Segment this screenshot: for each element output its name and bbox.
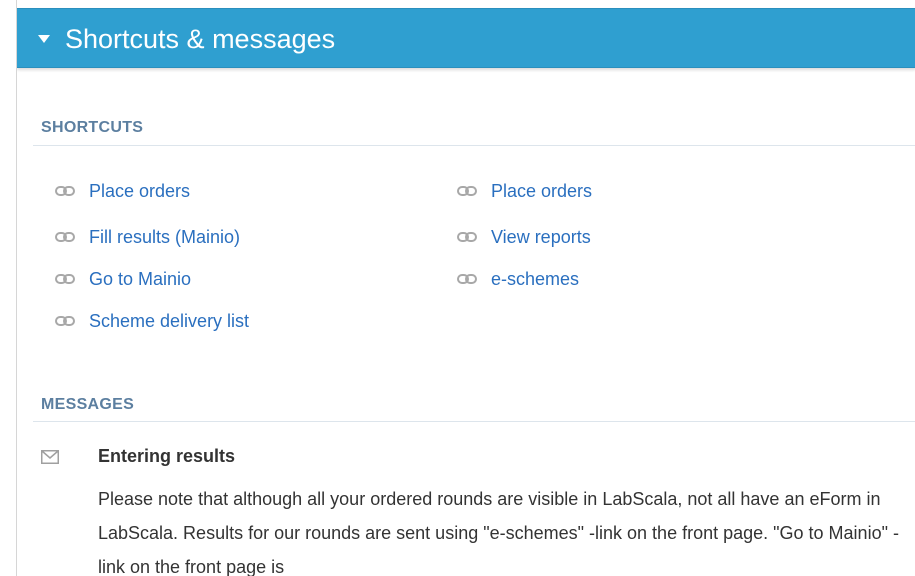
link-icon (457, 232, 477, 242)
shortcut-label[interactable]: Place orders (89, 181, 190, 202)
shortcut-place-orders-left[interactable]: Place orders (55, 180, 190, 202)
shortcuts-divider (33, 145, 915, 146)
shortcut-scheme-delivery-list[interactable]: Scheme delivery list (55, 310, 249, 332)
shortcut-label[interactable]: Scheme delivery list (89, 311, 249, 332)
link-icon (55, 186, 75, 196)
panel-header[interactable]: Shortcuts & messages (17, 8, 915, 68)
shortcut-fill-results[interactable]: Fill results (Mainio) (55, 226, 240, 248)
shortcut-label[interactable]: Place orders (491, 181, 592, 202)
link-icon (55, 232, 75, 242)
shortcut-label[interactable]: Go to Mainio (89, 269, 191, 290)
collapse-arrow-icon[interactable] (38, 35, 50, 43)
link-icon (55, 316, 75, 326)
shortcut-e-schemes[interactable]: e-schemes (457, 268, 579, 290)
shortcut-label[interactable]: e-schemes (491, 269, 579, 290)
shortcut-view-reports[interactable]: View reports (457, 226, 591, 248)
messages-heading: MESSAGES (41, 396, 135, 413)
shortcut-label[interactable]: Fill results (Mainio) (89, 227, 240, 248)
message-body: Please note that although all your order… (98, 489, 899, 576)
link-icon (457, 274, 477, 284)
link-icon (457, 186, 477, 196)
shortcut-go-to-mainio[interactable]: Go to Mainio (55, 268, 191, 290)
message-title: Entering results (98, 446, 236, 466)
shortcut-place-orders-right[interactable]: Place orders (457, 180, 592, 202)
messages-divider (33, 421, 915, 422)
shortcuts-heading: SHORTCUTS (41, 119, 144, 136)
shortcuts-messages-panel: Shortcuts & messages SHORTCUTS Place ord… (16, 0, 915, 576)
shortcut-label[interactable]: View reports (491, 227, 591, 248)
envelope-icon (41, 450, 59, 464)
panel-title: Shortcuts & messages (65, 24, 336, 54)
link-icon (55, 274, 75, 284)
